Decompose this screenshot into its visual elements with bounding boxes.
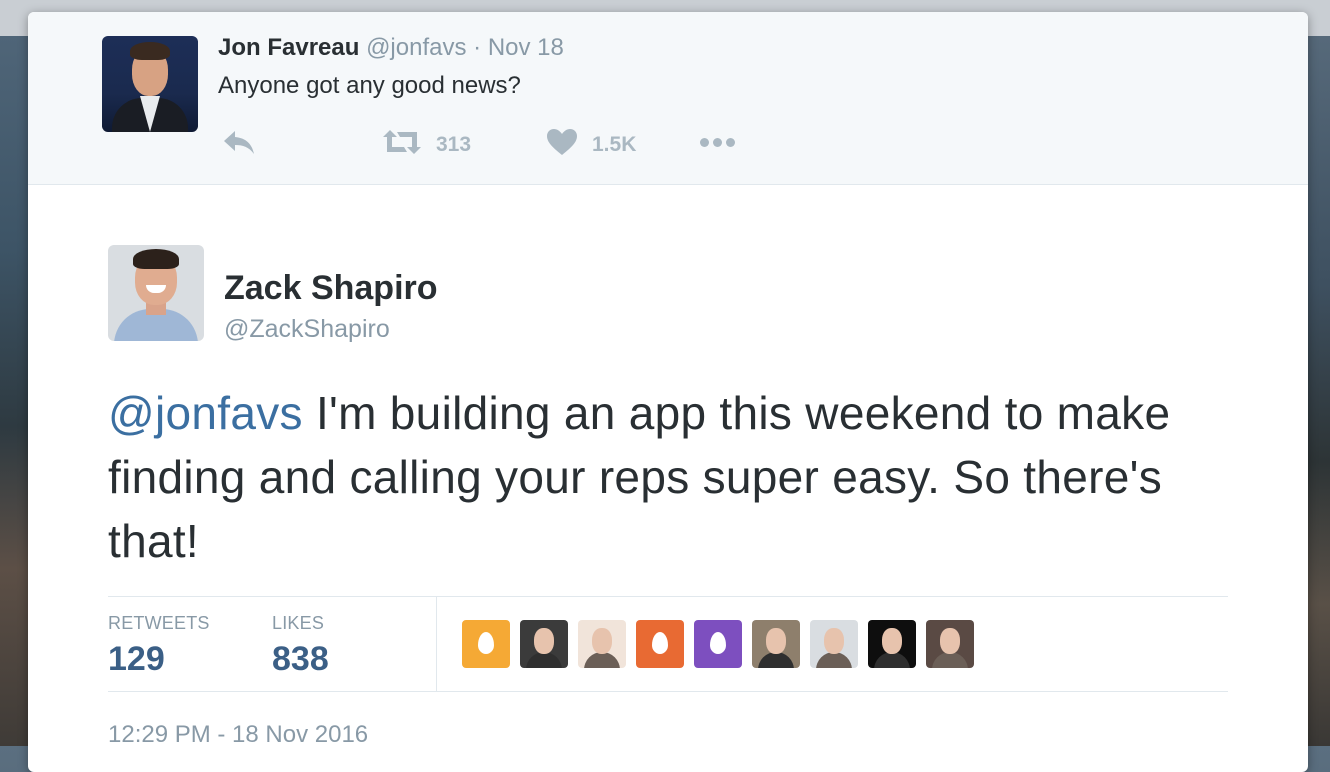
- main-tweet: Zack Shapiro @ZackShapiro @jonfavs I'm b…: [28, 185, 1308, 765]
- header-separator: ·: [473, 34, 482, 61]
- avatar-hair: [133, 249, 179, 269]
- ancestor-tweet-header: Jon Favreau @jonfavs · Nov 18: [218, 34, 564, 62]
- liker-avatar[interactable]: [578, 620, 626, 668]
- liker-photo-face: [766, 628, 786, 654]
- background-backdrop-right: [1308, 36, 1330, 746]
- liker-photo-body: [874, 652, 910, 668]
- retweets-value: 129: [108, 640, 165, 678]
- likes-value: 838: [272, 640, 329, 678]
- reply-icon: [222, 128, 256, 161]
- tweet-stats: RETWEETS 129 LIKES 838: [108, 596, 1228, 692]
- avatar-hair: [130, 42, 170, 60]
- egg-icon: [478, 632, 494, 654]
- ancestor-tweet[interactable]: Jon Favreau @jonfavs · Nov 18 Anyone got…: [28, 12, 1308, 185]
- liker-photo-face: [824, 628, 844, 654]
- liker-avatar[interactable]: [462, 620, 510, 668]
- liker-avatar[interactable]: [810, 620, 858, 668]
- mention-link[interactable]: @jonfavs: [108, 387, 303, 439]
- tweet-detail-modal: Jon Favreau @jonfavs · Nov 18 Anyone got…: [28, 12, 1308, 772]
- background-backdrop-left: [0, 36, 28, 746]
- retweets-label: RETWEETS: [108, 613, 210, 633]
- more-options-button[interactable]: [700, 134, 739, 152]
- liker-photo-body: [932, 652, 968, 668]
- author-name[interactable]: Jon Favreau: [218, 34, 359, 61]
- liker-avatar[interactable]: [520, 620, 568, 668]
- avatar-zack-shapiro[interactable]: [108, 245, 204, 341]
- egg-icon: [710, 632, 726, 654]
- liker-photo-face: [882, 628, 902, 654]
- liker-photo-body: [816, 652, 852, 668]
- liker-photo-face: [534, 628, 554, 654]
- liker-avatar[interactable]: [868, 620, 916, 668]
- liker-photo-face: [940, 628, 960, 654]
- liker-avatar[interactable]: [926, 620, 974, 668]
- ancestor-tweet-text: Anyone got any good news?: [218, 72, 521, 99]
- liker-avatar[interactable]: [694, 620, 742, 668]
- liker-photo-face: [592, 628, 612, 654]
- egg-icon: [652, 632, 668, 654]
- retweet-icon: [382, 128, 422, 161]
- author-handle[interactable]: @ZackShapiro: [224, 315, 390, 344]
- retweets-stat[interactable]: RETWEETS 129: [108, 613, 210, 679]
- author-name[interactable]: Zack Shapiro: [224, 269, 438, 308]
- liker-avatars: [462, 620, 974, 668]
- tweet-actions: 313 1.5K: [218, 128, 818, 162]
- likes-stat[interactable]: LIKES 838: [272, 613, 329, 679]
- liker-photo-body: [758, 652, 794, 668]
- retweet-button[interactable]: 313: [382, 128, 471, 161]
- more-icon: [700, 134, 739, 152]
- like-button[interactable]: 1.5K: [546, 128, 636, 161]
- liker-photo-body: [526, 652, 562, 668]
- liker-avatar[interactable]: [636, 620, 684, 668]
- tweet-date[interactable]: Nov 18: [488, 34, 564, 61]
- tweet-text: @jonfavs I'm building an app this weeken…: [108, 381, 1218, 573]
- likes-label: LIKES: [272, 613, 325, 633]
- reply-button[interactable]: [222, 128, 256, 161]
- tweet-timestamp[interactable]: 12:29 PM - 18 Nov 2016: [108, 721, 368, 749]
- like-count: 1.5K: [592, 132, 637, 156]
- heart-icon: [546, 128, 578, 161]
- avatar-jon-favreau[interactable]: [102, 36, 198, 132]
- stats-divider: [436, 597, 437, 691]
- retweet-count: 313: [436, 132, 472, 156]
- liker-avatar[interactable]: [752, 620, 800, 668]
- liker-photo-body: [584, 652, 620, 668]
- author-handle[interactable]: @jonfavs: [366, 34, 466, 61]
